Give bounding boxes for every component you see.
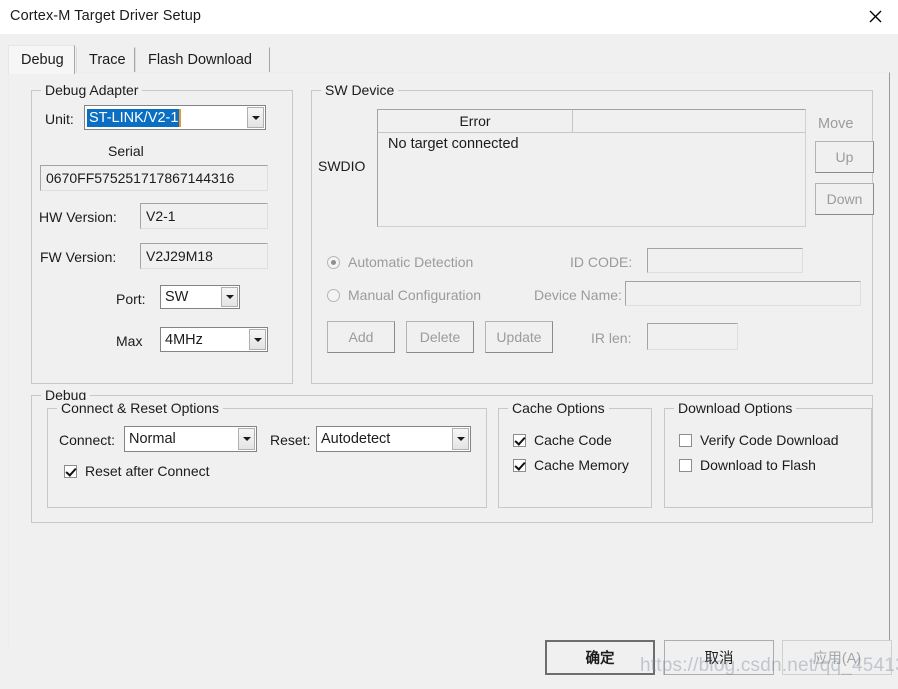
verify-code-download-checkbox-box	[679, 433, 692, 447]
tab-debug-label: Debug	[21, 52, 64, 68]
connect-label: Connect:	[59, 432, 116, 448]
unit-combo-value: ST-LINK/V2-1	[87, 108, 182, 127]
cache-options-group: Cache Options Cache Code Cache Memory	[498, 400, 652, 508]
swdio-label: SWDIO	[318, 158, 366, 174]
tab-flash-download[interactable]: Flash Download	[135, 47, 270, 72]
port-combo-chevron-down-icon[interactable]	[221, 287, 238, 307]
sw-device-group: SW Device SWDIO Error No target connecte…	[311, 82, 874, 384]
connect-reset-options-group-title: Connect & Reset Options	[57, 400, 223, 416]
update-button: Update	[485, 321, 553, 353]
cache-memory-label: Cache Memory	[534, 457, 629, 473]
tab-page-debug: Debug Adapter Unit: ST-LINK/V2-1 Serial …	[8, 72, 890, 649]
window-title: Cortex-M Target Driver Setup	[10, 8, 202, 24]
title-bar: Cortex-M Target Driver Setup	[0, 0, 898, 35]
debug-group: Debug Connect & Reset Options Connect: N…	[31, 387, 873, 523]
unit-combo-chevron-down-icon[interactable]	[247, 107, 264, 128]
cancel-button[interactable]: 取消	[664, 640, 774, 675]
sw-device-list-header: Error	[378, 110, 805, 133]
port-combo-value: SW	[165, 289, 189, 305]
apply-button: 应用(A)	[782, 640, 892, 675]
verify-code-download-checkbox[interactable]: Verify Code Download	[679, 432, 839, 448]
sw-device-group-title: SW Device	[321, 82, 399, 98]
reset-combo[interactable]: Autodetect	[316, 426, 471, 452]
cache-code-label: Cache Code	[534, 432, 612, 448]
reset-after-connect-checkbox[interactable]: Reset after Connect	[64, 463, 210, 479]
move-up-button: Up	[815, 141, 874, 173]
move-label: Move	[818, 116, 854, 132]
reset-combo-value: Autodetect	[321, 431, 391, 447]
max-combo[interactable]: 4MHz	[160, 327, 268, 352]
download-to-flash-label: Download to Flash	[700, 457, 816, 473]
reset-after-connect-label: Reset after Connect	[85, 463, 210, 479]
unit-label: Unit:	[45, 111, 74, 127]
serial-field: 0670FF575251717867144316	[40, 165, 268, 191]
debug-adapter-group-title: Debug Adapter	[41, 82, 143, 98]
max-combo-chevron-down-icon[interactable]	[249, 329, 266, 350]
close-icon[interactable]	[852, 0, 898, 33]
serial-label: Serial	[108, 143, 144, 159]
sw-device-column-blank[interactable]	[573, 110, 805, 132]
cache-code-checkbox-box	[513, 433, 526, 447]
automatic-detection-radio-dot	[327, 255, 340, 269]
delete-button: Delete	[406, 321, 474, 353]
cache-memory-checkbox[interactable]: Cache Memory	[513, 457, 629, 473]
port-label: Port:	[116, 291, 146, 307]
device-name-label: Device Name:	[534, 287, 622, 303]
hw-version-label: HW Version:	[39, 209, 117, 225]
dialog-body: Debug Trace Flash Download Debug Adapter…	[0, 34, 898, 689]
tab-trace-label: Trace	[89, 52, 126, 68]
cache-memory-checkbox-box	[513, 458, 526, 472]
reset-combo-chevron-down-icon[interactable]	[452, 428, 469, 450]
connect-combo-value: Normal	[129, 431, 176, 447]
sw-device-column-error[interactable]: Error	[378, 110, 573, 132]
ir-len-field	[647, 323, 738, 350]
max-combo-value: 4MHz	[165, 331, 203, 348]
max-label: Max	[116, 333, 143, 349]
automatic-detection-label: Automatic Detection	[348, 254, 474, 270]
manual-configuration-radio: Manual Configuration	[327, 287, 481, 303]
ok-button[interactable]: 确定	[545, 640, 655, 675]
id-code-field	[647, 248, 803, 273]
download-options-group: Download Options Verify Code Download Do…	[664, 400, 872, 508]
device-name-field	[625, 281, 861, 306]
connect-combo[interactable]: Normal	[124, 426, 257, 452]
automatic-detection-radio: Automatic Detection	[327, 254, 473, 270]
tab-debug[interactable]: Debug	[8, 45, 75, 74]
cache-options-group-title: Cache Options	[508, 400, 609, 416]
debug-adapter-group: Debug Adapter Unit: ST-LINK/V2-1 Serial …	[31, 82, 293, 384]
ir-len-label: IR len:	[591, 330, 632, 346]
connect-combo-chevron-down-icon[interactable]	[238, 428, 255, 450]
reset-after-connect-checkbox-box	[64, 464, 77, 478]
cache-code-checkbox[interactable]: Cache Code	[513, 432, 612, 448]
connect-reset-options-group: Connect & Reset Options Connect: Normal …	[47, 400, 487, 508]
port-combo[interactable]: SW	[160, 285, 240, 309]
manual-configuration-label: Manual Configuration	[348, 287, 482, 303]
fw-version-label: FW Version:	[40, 249, 117, 265]
download-options-group-title: Download Options	[674, 400, 797, 416]
hw-version-field: V2-1	[140, 203, 268, 229]
unit-combo[interactable]: ST-LINK/V2-1	[84, 105, 266, 130]
move-down-button: Down	[815, 183, 874, 215]
download-to-flash-checkbox[interactable]: Download to Flash	[679, 457, 816, 473]
add-button: Add	[327, 321, 395, 353]
sw-device-row-error: No target connected	[388, 136, 519, 152]
tab-flash-download-label: Flash Download	[148, 52, 252, 68]
table-row[interactable]: No target connected	[378, 133, 805, 155]
id-code-label: ID CODE:	[570, 254, 633, 270]
verify-code-download-label: Verify Code Download	[700, 432, 839, 448]
sw-device-list[interactable]: Error No target connected	[377, 109, 806, 227]
download-to-flash-checkbox-box	[679, 458, 692, 472]
manual-configuration-radio-dot	[327, 288, 340, 302]
tab-trace[interactable]: Trace	[76, 47, 135, 72]
reset-label: Reset:	[270, 432, 311, 448]
fw-version-field: V2J29M18	[140, 243, 268, 269]
